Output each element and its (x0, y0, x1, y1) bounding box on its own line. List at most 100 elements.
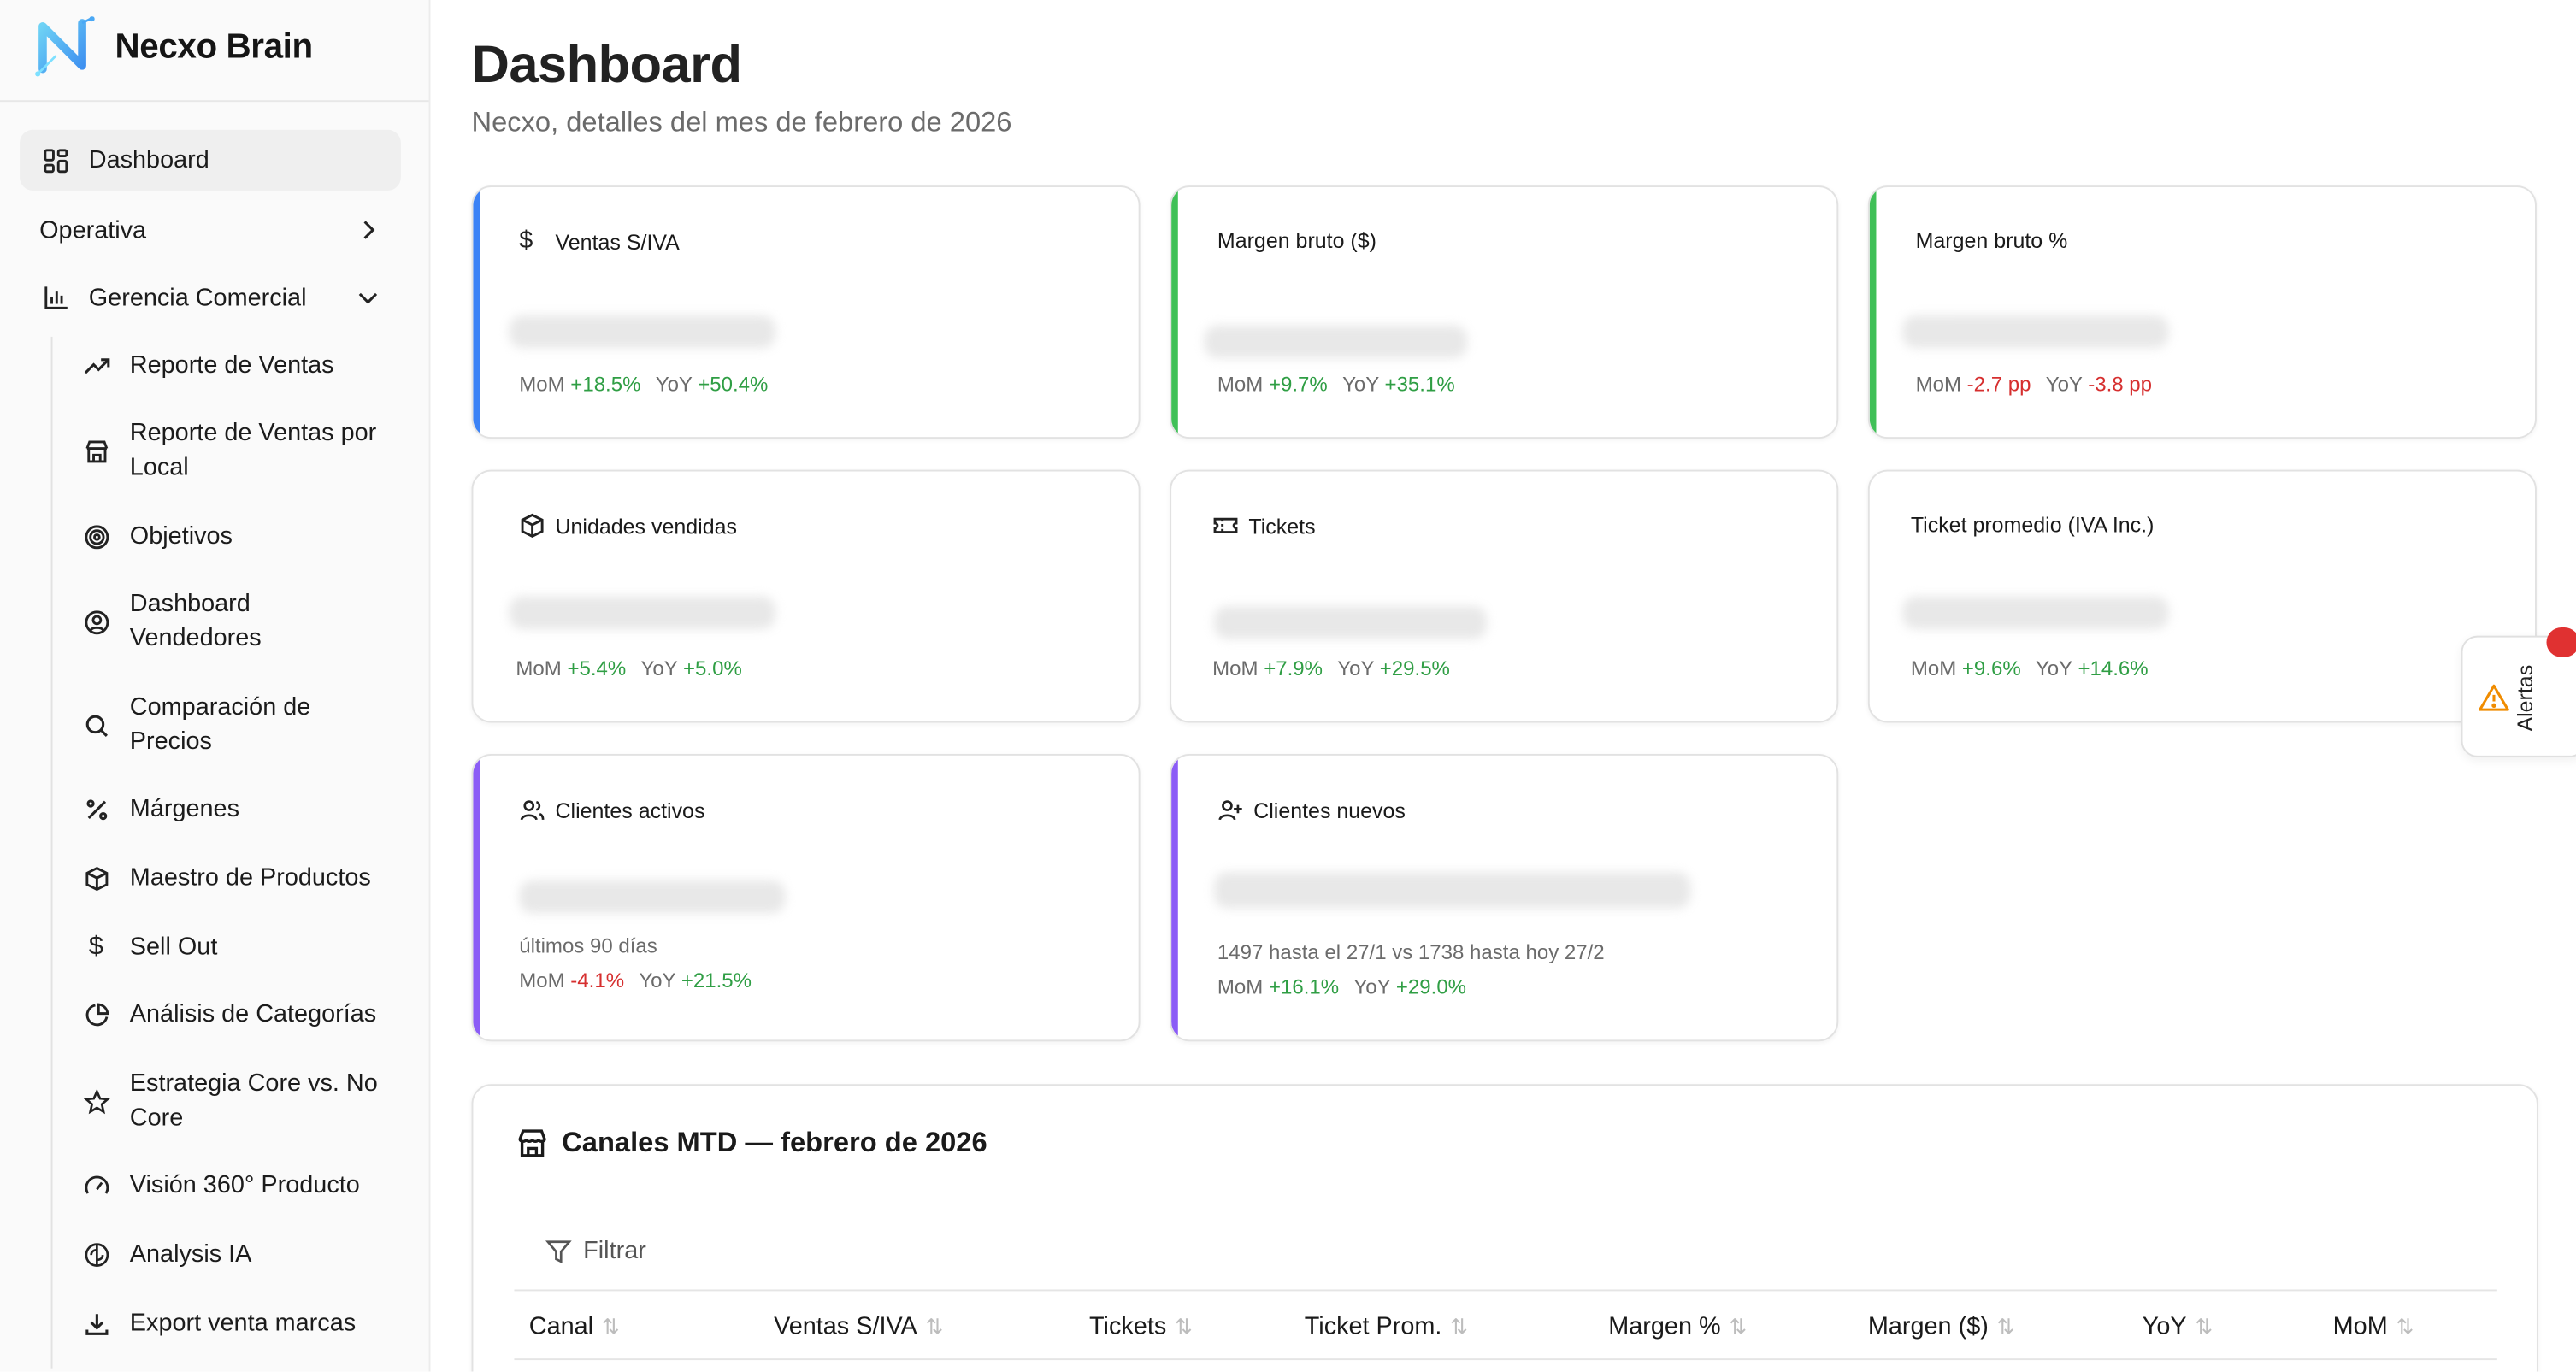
card-metrics: MoM +5.4% YoY +5.0% (516, 657, 741, 680)
card-accent (1869, 187, 1877, 438)
sidebar-subitem-analysis-ia[interactable]: Analysis IA (82, 1239, 410, 1272)
card-accent (1171, 187, 1178, 438)
divider (514, 1289, 2497, 1292)
page-subtitle: Necxo, detalles del mes de febrero de 20… (471, 106, 1012, 138)
target-icon (82, 524, 110, 552)
kpi-card-clientes-activos: Clientes activos últimos 90 días MoM -4.… (471, 754, 1141, 1042)
percent-icon (82, 796, 110, 824)
card-accent (473, 755, 480, 1040)
divider (514, 1358, 2497, 1361)
mom-metric: MoM -2.7 pp (1915, 373, 2031, 397)
sidebar-item-label: Operativa (39, 215, 147, 244)
card-accent (1171, 755, 1178, 1040)
box-icon (519, 513, 545, 539)
column-header-ticket-prom[interactable]: Ticket Prom. ⇅ (1305, 1312, 1468, 1340)
kpi-card-margen-bruto-pct: Margen bruto % MoM -2.7 pp YoY -3.8 pp (1867, 185, 2537, 439)
alerts-notification-badge (2546, 627, 2576, 657)
sidebar-subitem-label: Export venta marcas (129, 1309, 357, 1338)
kpi-card-tickets: Tickets MoM +7.9% YoY +29.5% (1170, 469, 1839, 723)
column-header-tickets[interactable]: Tickets ⇅ (1089, 1312, 1193, 1340)
sidebar-item-gerencia-comercial[interactable]: Gerencia Comercial (20, 281, 401, 314)
sidebar-subitem-comparacion-precios[interactable]: Comparación de Precios (82, 692, 410, 759)
sidebar-subitem-margenes[interactable]: Márgenes (82, 793, 410, 827)
sort-icon: ⇅ (1996, 1313, 2015, 1339)
column-header-margen-abs[interactable]: Margen ($) ⇅ (1868, 1312, 2015, 1340)
card-title: Margen bruto % (1915, 228, 2068, 253)
users-icon (519, 797, 545, 823)
card-title: Ticket promedio (IVA Inc.) (1910, 512, 2155, 538)
card-title: Tickets (1248, 513, 1316, 539)
sidebar-subitem-objetivos[interactable]: Objetivos (82, 521, 410, 554)
warning-icon (2479, 684, 2509, 711)
necxo-logo-icon (35, 16, 95, 77)
yoy-metric: YoY +5.0% (640, 657, 742, 680)
card-header: Ticket promedio (IVA Inc.) (1911, 513, 2155, 538)
sidebar-subitem-label: Sell Out (129, 933, 218, 962)
user-circle-icon (82, 608, 110, 636)
filter-label: Filtrar (583, 1236, 646, 1265)
sidebar-subitem-label: Reporte de Ventas por Local (129, 419, 377, 481)
kpi-card-unidades: Unidades vendidas MoM +5.4% YoY +5.0% (471, 469, 1141, 723)
mom-metric: MoM -4.1% (519, 969, 625, 992)
submenu-guide-line (50, 336, 53, 1369)
card-metrics: MoM +9.6% YoY +14.6% (1911, 657, 2149, 680)
sidebar-subitem-dashboard-vendedores[interactable]: Dashboard Vendedores (82, 588, 410, 656)
sidebar-subitem-sell-out[interactable]: $ Sell Out (82, 932, 410, 965)
page-title: Dashboard (471, 34, 742, 94)
card-metrics: MoM +9.7% YoY +35.1% (1217, 373, 1455, 396)
sidebar-subitem-vision-360[interactable]: Visión 360° Producto (82, 1169, 410, 1203)
sidebar-subitem-label: Reporte de Ventas (129, 351, 334, 380)
star-icon (82, 1087, 110, 1116)
sidebar: Necxo Brain Dashboard Operativa Gerencia… (0, 0, 431, 1372)
sidebar-item-dashboard[interactable]: Dashboard (20, 129, 401, 191)
sidebar-subitem-label: Visión 360° Producto (129, 1171, 360, 1199)
sort-icon: ⇅ (2195, 1313, 2213, 1339)
card-metrics: MoM -2.7 pp YoY -3.8 pp (1916, 373, 2152, 396)
card-value-hidden (1214, 872, 1691, 909)
brain-icon (82, 1241, 110, 1269)
sidebar-subitem-estrategia-core[interactable]: Estrategia Core vs. No Core (82, 1068, 410, 1135)
sidebar-subitem-maestro-productos[interactable]: Maestro de Productos (82, 863, 410, 896)
card-value-hidden (1204, 325, 1467, 358)
sort-icon: ⇅ (601, 1313, 620, 1339)
column-header-yoy[interactable]: YoY ⇅ (2143, 1312, 2213, 1340)
brand[interactable]: Necxo Brain (32, 16, 314, 79)
channels-table-card: Canales MTD — febrero de 2026 Filtrar Ca… (471, 1084, 2538, 1372)
column-header-ventas[interactable]: Ventas S/IVA ⇅ (774, 1312, 943, 1340)
sidebar-subitem-label: Comparación de Precios (129, 692, 311, 755)
sidebar-subitem-export-venta-marcas[interactable]: Export venta marcas (82, 1308, 410, 1341)
store-icon (82, 437, 110, 465)
card-title: Clientes nuevos (1253, 797, 1406, 822)
sidebar-item-label: Gerencia Comercial (88, 283, 307, 312)
column-header-margen-pct[interactable]: Margen % ⇅ (1608, 1312, 1747, 1340)
filter-button[interactable]: Filtrar (545, 1237, 646, 1265)
sidebar-subitem-label: Estrategia Core vs. No Core (129, 1069, 378, 1132)
sidebar-item-operativa[interactable]: Operativa (20, 214, 401, 246)
column-header-canal[interactable]: Canal ⇅ (529, 1312, 620, 1340)
sidebar-subitem-analisis-categorias[interactable]: Análisis de Categorías (82, 998, 410, 1032)
dollar-icon: $ (88, 933, 103, 962)
yoy-metric: YoY +50.4% (655, 373, 769, 397)
sidebar-subitem-label: Objetivos (129, 522, 233, 551)
card-header: Margen bruto ($) (1217, 228, 1376, 253)
card-metrics: MoM +18.5% YoY +50.4% (519, 373, 768, 396)
table-title: Canales MTD — febrero de 2026 (516, 1127, 987, 1159)
card-header: Clientes nuevos (1217, 797, 1406, 823)
sidebar-subitem-reporte-ventas[interactable]: Reporte de Ventas (82, 350, 410, 383)
yoy-metric: YoY +35.1% (1342, 373, 1455, 397)
bar-chart-icon (41, 283, 71, 313)
sidebar-subitem-reporte-ventas-local[interactable]: Reporte de Ventas por Local (82, 417, 410, 485)
chevron-down-icon (358, 292, 378, 304)
sidebar-item-label: Dashboard (88, 146, 209, 174)
mom-metric: MoM +7.9% (1212, 657, 1323, 680)
filter-icon (545, 1238, 572, 1264)
yoy-metric: YoY +29.5% (1337, 657, 1450, 680)
brand-name: Necxo Brain (115, 27, 314, 66)
pie-chart-icon (82, 1002, 110, 1030)
mom-metric: MoM +16.1% (1217, 975, 1340, 999)
card-note: últimos 90 días (519, 934, 657, 958)
kpi-card-margen-bruto: Margen bruto ($) MoM +9.7% YoY +35.1% (1170, 185, 1839, 439)
mom-metric: MoM +5.4% (516, 657, 627, 680)
yoy-metric: YoY +14.6% (2035, 657, 2149, 680)
column-header-mom[interactable]: MoM ⇅ (2333, 1312, 2414, 1340)
